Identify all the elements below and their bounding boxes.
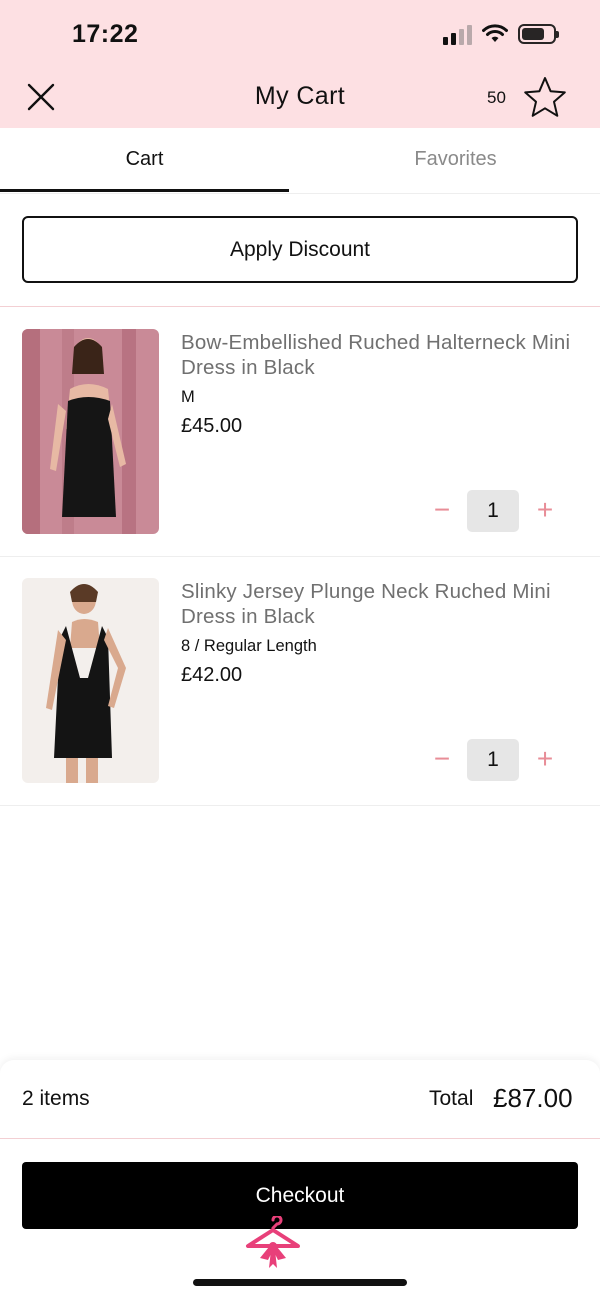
battery-icon [518,24,559,44]
total-label: Total [429,1087,474,1110]
cart-item: Bow-Embellished Ruched Halterneck Mini D… [0,307,600,557]
cart-item: Slinky Jersey Plunge Neck Ruched Mini Dr… [0,556,600,806]
status-time: 17:22 [72,20,139,48]
product-image[interactable] [22,578,159,783]
status-icons [443,23,559,45]
divider [0,805,600,806]
star-icon[interactable] [522,75,568,119]
quantity-field[interactable]: 1 [467,490,519,532]
favorites-count: 50 [487,88,506,107]
increase-quantity-button[interactable]: + [529,744,561,776]
apply-discount-button[interactable]: Apply Discount [22,216,578,283]
product-variant: 8 / Regular Length [181,637,317,655]
wifi-icon [482,24,508,42]
home-indicator[interactable] [193,1279,407,1286]
decrease-quantity-button[interactable]: − [426,744,458,776]
product-image[interactable] [22,329,159,534]
quantity-field[interactable]: 1 [467,739,519,781]
tab-favorites[interactable]: Favorites [311,128,600,192]
page-title: My Cart [254,82,346,110]
increase-quantity-button[interactable]: + [529,495,561,527]
decrease-quantity-button[interactable]: − [426,495,458,527]
tab-cart[interactable]: Cart [0,128,289,192]
tab-bar: Cart Favorites [0,128,600,194]
product-variant: M [181,388,195,406]
product-name[interactable]: Slinky Jersey Plunge Neck Ruched Mini Dr… [181,579,581,629]
total-value: £87.00 [493,1083,573,1113]
items-count: 2 items [22,1087,90,1110]
product-price: £42.00 [181,664,243,686]
signal-icon [443,23,472,45]
header: 17:22 My Cart 50 [0,0,600,128]
product-price: £45.00 [181,415,243,437]
product-name[interactable]: Bow-Embellished Ruched Halterneck Mini D… [181,330,581,380]
divider [0,1138,600,1139]
hanger-bow-icon [246,1216,300,1268]
